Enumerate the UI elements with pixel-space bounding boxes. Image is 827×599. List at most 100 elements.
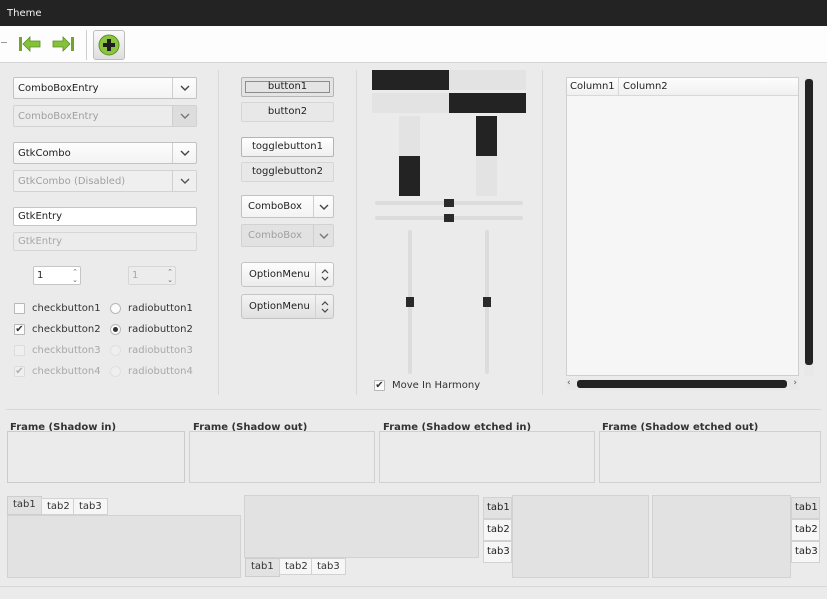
left-tab-2[interactable]: tab2 [483,519,512,541]
add-icon [98,34,120,56]
toolbar-separator [86,30,87,60]
checkbutton3-box [14,345,25,356]
bottom-tab-1[interactable]: tab1 [245,558,280,577]
toolbar-grip-icon[interactable] [1,42,7,46]
button2-label[interactable]: button2 [268,106,307,117]
combobox[interactable]: ComboBox [241,195,334,218]
move-in-harmony-label[interactable]: Move In Harmony [392,380,480,391]
vscale-2[interactable] [483,230,491,374]
button2[interactable]: button2 [241,102,334,122]
radiobutton3-circle [110,345,121,356]
radiobutton1-label[interactable]: radiobutton1 [128,303,193,314]
gtk-combo-text[interactable]: GtkCombo [14,148,172,159]
optionmenu2[interactable]: OptionMenu [241,294,334,319]
top-tab-2[interactable]: tab2 [41,498,76,515]
radiobutton2-label[interactable]: radiobutton2 [128,324,193,335]
tree-header: Column1 Column2 [567,78,798,96]
go-first-icon [19,36,41,52]
scroll-left-icon[interactable]: ‹ [567,378,571,388]
checkbutton4-box: ✔ [14,365,25,377]
tree-vscrollbar[interactable] [804,77,814,376]
scroll-right-icon[interactable]: › [793,378,797,388]
go-first-button[interactable] [16,30,44,58]
tree-hscrollbar[interactable]: ‹ › [566,378,799,390]
move-in-harmony-check[interactable]: ✔ [374,380,385,391]
radiobutton2-circle[interactable] [110,324,121,335]
progress-bar-v2 [476,116,497,196]
combo-box-entry[interactable]: ComboBoxEntry [13,77,197,99]
bottom-tab-2[interactable]: tab2 [279,558,314,575]
checkbutton2-label[interactable]: checkbutton2 [32,324,101,335]
vscale-1-handle[interactable] [406,297,414,307]
right-tab-1[interactable]: tab1 [791,497,820,519]
chevron-down-icon [172,106,196,126]
column1-header[interactable]: Column1 [567,78,619,95]
right-tab-3[interactable]: tab3 [791,541,820,563]
combobox-disabled-text: ComboBox [248,230,302,241]
optionmenu1[interactable]: OptionMenu [241,262,334,287]
optionmenu1-text[interactable]: OptionMenu [242,269,315,280]
button1-label[interactable]: button1 [268,81,307,92]
hscale-2-handle[interactable] [444,214,454,222]
radiobutton4-circle [110,366,121,377]
radiobutton1-circle[interactable] [110,303,121,314]
add-button[interactable] [93,30,125,60]
progress-bar-h2-fill [449,93,526,113]
hscale-1[interactable] [375,199,523,207]
optionmenu2-text[interactable]: OptionMenu [242,301,315,312]
spin-arrows-icon: ⌃ ⌄ [167,267,173,284]
spin-button-disabled-value: 1 [132,270,139,281]
checkbutton4-label: checkbutton4 [32,366,101,377]
combo-box-entry-text[interactable]: ComboBoxEntry [14,83,172,94]
updown-arrows-icon[interactable] [315,263,333,286]
left-tab-3[interactable]: tab3 [483,541,512,563]
spin-button-value[interactable]: 1 [34,270,70,281]
spin-button[interactable]: 1 ⌃ ⌄ [33,266,81,285]
chevron-down-icon[interactable] [172,78,196,98]
top-tab-1[interactable]: tab1 [7,496,42,515]
hscale-2[interactable] [375,214,523,222]
progress-bar-h1 [372,70,526,90]
chevron-down-icon[interactable] [172,143,196,163]
hscale-1-handle[interactable] [444,199,454,207]
bottom-separator [0,586,827,587]
progress-bar-h2 [372,93,526,113]
section-separator [6,409,821,410]
checkbutton1-label[interactable]: checkbutton1 [32,303,101,314]
notebook-bottom-page [244,495,479,558]
togglebutton1-label[interactable]: togglebutton1 [252,141,323,152]
vscale-1[interactable] [406,230,414,374]
togglebutton2[interactable]: togglebutton2 [241,162,334,182]
window-titlebar: Theme [0,0,827,26]
gtk-combo-disabled-text: GtkCombo (Disabled) [18,175,126,187]
left-tab-1[interactable]: tab1 [483,497,512,519]
button1[interactable]: button1 [241,77,334,97]
progress-bar-v1 [399,116,420,196]
combobox-text[interactable]: ComboBox [242,201,313,212]
frame-shadow-etched-out [599,431,821,483]
checkbutton1-box[interactable] [14,303,25,314]
bottom-tab-3[interactable]: tab3 [311,558,346,575]
tree-view[interactable]: Column1 Column2 [566,77,799,376]
checkbutton2-box[interactable]: ✔ [14,324,25,335]
tree-vscrollbar-thumb[interactable] [805,79,813,365]
frame-shadow-etched-in [379,431,595,483]
spin-arrows-icon[interactable]: ⌃ ⌄ [70,268,80,284]
go-last-button[interactable] [49,30,77,58]
chevron-down-icon[interactable] [313,196,333,217]
toolbar [0,26,827,63]
column-separator [542,70,543,395]
column2-header[interactable]: Column2 [619,78,668,95]
gtk-combo[interactable]: GtkCombo [13,142,197,164]
gtk-entry[interactable]: GtkEntry [13,207,197,226]
top-tab-3[interactable]: tab3 [73,498,108,515]
tree-hscrollbar-thumb[interactable] [577,380,787,388]
right-tab-2[interactable]: tab2 [791,519,820,541]
togglebutton2-label[interactable]: togglebutton2 [252,166,323,177]
notebook-left-page [512,495,649,578]
togglebutton1[interactable]: togglebutton1 [241,137,334,157]
chevron-down-icon [313,225,333,246]
updown-arrows-icon[interactable] [315,295,333,318]
column-separator [218,70,219,395]
vscale-2-handle[interactable] [483,297,491,307]
